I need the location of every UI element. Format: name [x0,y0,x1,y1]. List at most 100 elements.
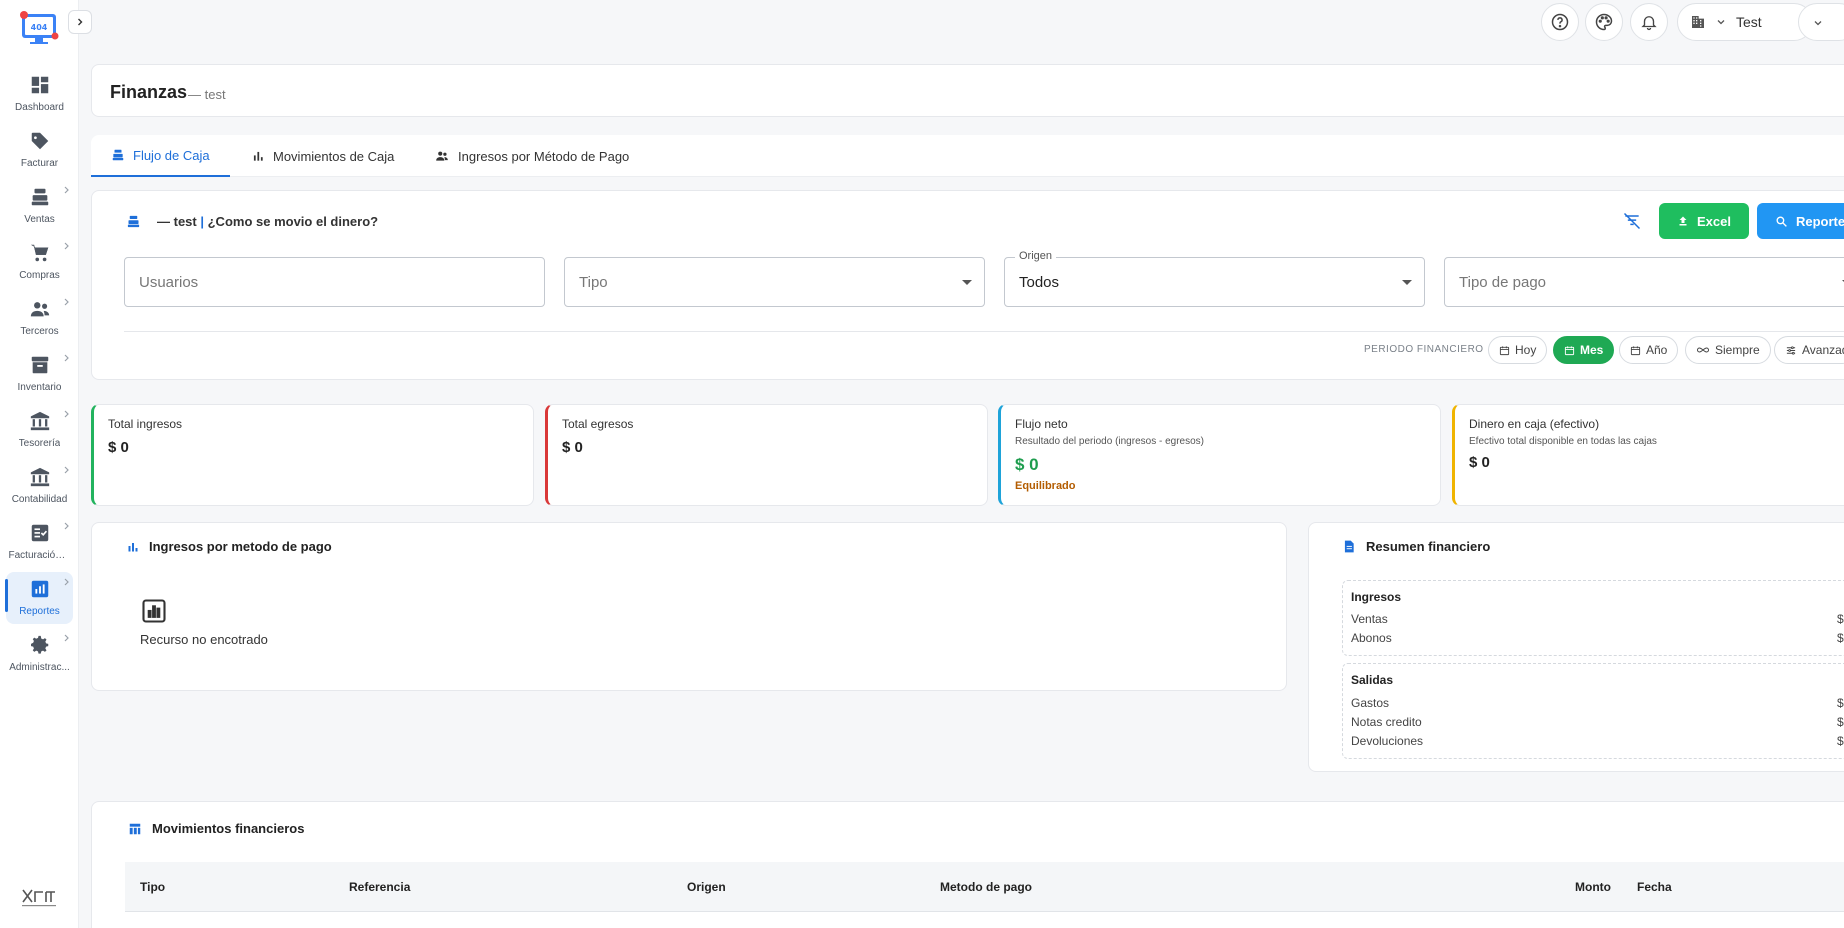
brand-footer-icon [20,886,58,910]
help-icon [1550,12,1570,32]
usuarios-placeholder: Usuarios [139,273,199,291]
kpi-description: Efectivo total disponible en todas las c… [1469,436,1657,447]
sidebar-item-reportes[interactable]: Reportes [6,572,73,624]
tag-icon [29,130,51,152]
sidebar-item-facturacion[interactable]: Facturación ... [6,516,73,568]
calendar-icon [1564,345,1575,356]
cash-register-icon [126,214,141,229]
cash-register-icon [29,186,51,208]
column-header-fecha[interactable]: Fecha [1637,880,1672,894]
resumen-row: Ventas $ [1351,612,1844,626]
sidebar-item-label: Administrac... [9,662,70,673]
kpi-description: Resultado del periodo (ingresos - egreso… [1015,436,1204,447]
page-header: Finanzas — test [91,64,1844,117]
column-header-origen[interactable]: Origen [687,880,726,894]
report-chart-icon [29,578,51,600]
clear-filters-button[interactable] [1622,211,1642,231]
logo-404-icon[interactable]: 404 [17,8,61,48]
tab-movimientos-de-caja[interactable]: Movimientos de Caja [251,135,394,177]
period-mes-chip[interactable]: Mes [1553,336,1615,364]
tipo-select[interactable]: Tipo [564,257,985,307]
bar-chart-icon [127,541,139,553]
column-header-monto[interactable]: Monto [1575,880,1611,894]
tab-label: Movimientos de Caja [273,148,395,164]
dropdown-arrow-icon [962,280,972,285]
kpi-value: $ 0 [108,439,129,456]
invoice-check-icon [29,522,51,544]
resumen-salidas-heading: Salidas [1351,673,1394,687]
resumen-financiero-card: Resumen financiero Ingresos Ventas $ Abon… [1308,522,1844,772]
section-title-text: Resumen financiero [1366,539,1491,554]
period-label-avanzado: Avanzado [1802,343,1844,357]
period-siempre-chip[interactable]: Siempre [1685,336,1771,364]
tab-ingresos-por-metodo[interactable]: Ingresos por Método de Pago [434,135,629,177]
sidebar-item-ventas[interactable]: Ventas [6,180,73,232]
filter-title-separator: | [196,214,208,229]
people-icon [29,298,51,320]
chevron-right-icon [63,354,71,362]
row-label: Abonos [1351,631,1392,645]
kpi-title: Total egresos [562,417,634,431]
table-header: Tipo Referencia Origen Metodo de pago Mo… [125,862,1844,912]
chevron-right-icon [63,634,71,642]
dropdown-arrow-icon [1402,280,1412,285]
tab-flujo-de-caja[interactable]: Flujo de Caja [91,135,230,177]
sidebar-item-dashboard[interactable]: Dashboard [6,68,73,120]
archive-icon [29,354,51,376]
sidebar-item-terceros[interactable]: Terceros [6,292,73,344]
sidebar-item-contabilidad[interactable]: Contabilidad [6,460,73,512]
origen-select[interactable]: Origen Todos [1004,250,1425,307]
user-menu-button[interactable] [1798,3,1844,41]
sidebar-item-inventario[interactable]: Inventario [6,348,73,400]
filter-card: — test | ¿Como se movio el dinero? Excel… [91,190,1844,380]
sidebar-item-label: Ventas [24,214,55,225]
column-header-metodo-pago[interactable]: Metodo de pago [940,880,1032,894]
sidebar-item-administracion[interactable]: Administrac... [6,628,73,680]
sidebar-item-tesoreria[interactable]: Tesorería [6,404,73,456]
tab-label: Ingresos por Método de Pago [458,148,630,164]
divider [124,331,1844,332]
notifications-button[interactable] [1630,3,1668,41]
column-header-tipo[interactable]: Tipo [140,880,165,894]
column-header-referencia[interactable]: Referencia [349,880,410,894]
origen-label: Origen [1015,250,1057,262]
sidebar-collapse-button[interactable] [68,10,92,34]
sidebar-item-label: Dashboard [15,102,64,113]
theme-button[interactable] [1585,3,1623,41]
tab-bar: Flujo de Caja Movimientos de Caja Ingres… [91,135,1844,177]
page-subtitle: — test [188,87,226,102]
chevron-down-icon [1716,17,1726,27]
tab-label: Flujo de Caja [133,147,210,163]
chevron-right-icon [63,298,71,306]
period-ano-chip[interactable]: Año [1619,336,1679,364]
period-label: PERIODO FINANCIERO [1364,344,1484,355]
row-label: Ventas [1351,612,1388,626]
filter-title-prefix: — test [157,214,197,229]
usuarios-input[interactable]: Usuarios [124,257,545,307]
excel-label: Excel [1697,213,1731,229]
tipo-pago-select[interactable]: Tipo de pago [1444,257,1844,307]
infinity-icon [1696,345,1710,355]
sidebar-item-facturar[interactable]: Facturar [6,124,73,176]
kpi-title: Total ingresos [108,417,183,431]
period-avanzado-chip[interactable]: Avanzado [1774,336,1844,364]
report-button[interactable]: Reporte [1757,203,1844,239]
movimientos-financieros-card: Movimientos financieros Tipo Referencia … [91,801,1844,928]
company-name: Test [1736,14,1762,30]
sidebar-item-label: Compras [19,270,60,281]
period-hoy-chip[interactable]: Hoy [1488,336,1548,364]
chevron-right-icon [63,578,71,586]
table-icon [128,822,142,836]
resumen-ingresos-heading: Ingresos [1351,590,1402,604]
tune-icon [1785,345,1797,356]
company-selector[interactable]: Test [1677,3,1813,41]
chevron-right-icon [63,466,71,474]
empty-state-text: Recurso no encotrado [140,632,268,647]
cash-register-icon [111,148,125,162]
help-button[interactable] [1541,3,1579,41]
resumen-ingresos-box: Ingresos Ventas $ Abonos $ [1342,580,1844,656]
excel-export-button[interactable]: Excel [1659,203,1749,239]
upload-icon [1677,215,1689,227]
sidebar-item-compras[interactable]: Compras [6,236,73,288]
search-icon [1775,215,1788,228]
